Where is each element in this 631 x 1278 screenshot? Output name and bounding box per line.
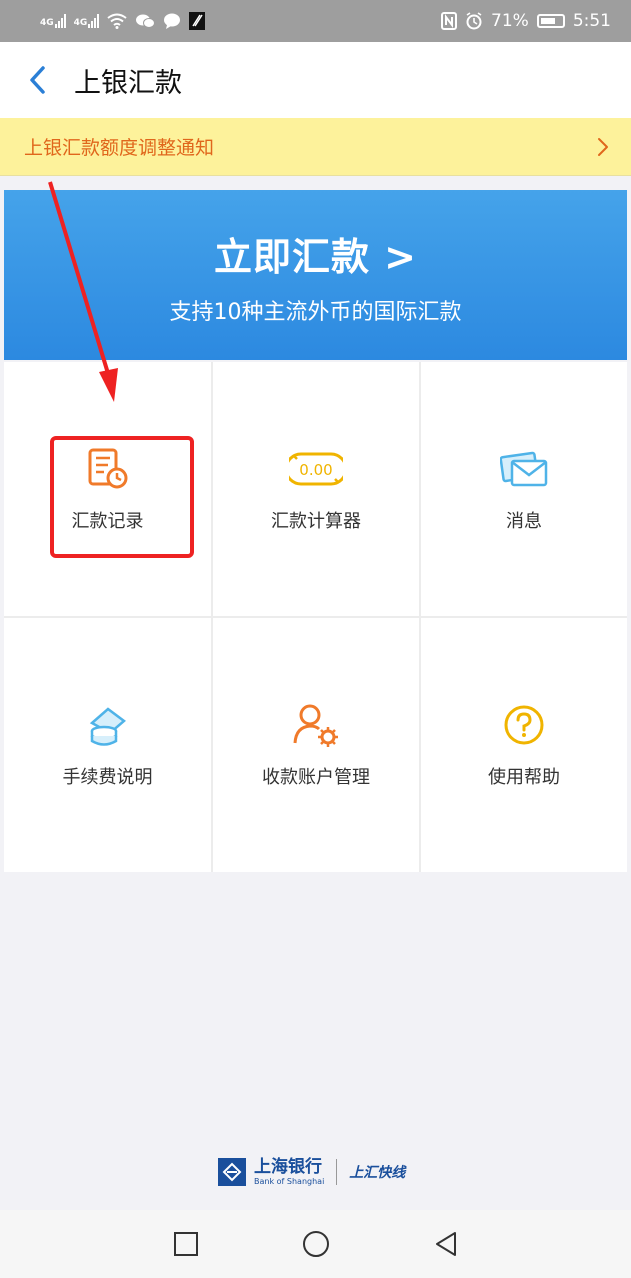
- grid-item-label: 汇款计算器: [271, 511, 361, 532]
- signal-1-icon: 4G: [40, 14, 66, 28]
- back-nav-button[interactable]: [426, 1224, 466, 1264]
- triangle-back-icon: [435, 1232, 456, 1256]
- bank-logo-mark-icon: [218, 1158, 246, 1186]
- chat-bubble-icon: [164, 13, 181, 29]
- remittance-record-icon: [84, 445, 132, 493]
- payee-account-icon: [292, 701, 340, 749]
- grid-item-label: 手续费说明: [62, 767, 153, 788]
- app-notification-icon: [189, 12, 206, 30]
- chevron-left-icon: [30, 66, 45, 94]
- grid-item-label: 汇款记录: [71, 511, 144, 532]
- brand-name: 上汇快线: [349, 1165, 406, 1181]
- battery-icon: [536, 14, 565, 28]
- notice-bar[interactable]: 上银汇款额度调整通知: [0, 118, 631, 176]
- status-left: 4G 4G: [40, 12, 206, 30]
- notice-text: 上银汇款额度调整通知: [24, 137, 215, 159]
- grid-item-calculator[interactable]: 0.00 汇款计算器: [213, 362, 419, 616]
- grid-item-fee-description[interactable]: 手续费说明: [4, 618, 211, 872]
- alarm-icon: [466, 12, 482, 30]
- remit-now-banner[interactable]: 立即汇款 > 支持10种主流外币的国际汇款: [4, 190, 627, 360]
- message-icon: [500, 445, 548, 493]
- status-bar: 4G 4G 71% 5:51: [0, 0, 631, 42]
- function-grid: 汇款记录 0.00 汇款计算器 消息 手续费说明 收款账户管理 使用帮助: [4, 362, 627, 872]
- battery-percent: 71%: [491, 11, 529, 31]
- wechat-icon: [136, 14, 156, 28]
- grid-item-label: 收款账户管理: [262, 767, 370, 788]
- grid-item-label: 使用帮助: [488, 767, 560, 788]
- signal-2-label: 4G: [73, 18, 88, 28]
- bank-logo: 上海银行 Bank of Shanghai 上汇快线: [218, 1152, 405, 1192]
- nfc-icon: [441, 12, 458, 30]
- calculator-icon: 0.00: [288, 445, 344, 493]
- wifi-icon: [107, 13, 127, 29]
- page-title: 上银汇款: [74, 67, 182, 99]
- bank-name-en: Bank of Shanghai: [254, 1176, 325, 1186]
- status-right: 71% 5:51: [441, 11, 611, 31]
- circle-icon: [302, 1231, 329, 1257]
- home-button[interactable]: [296, 1224, 336, 1264]
- app-header: 上银汇款: [0, 42, 631, 118]
- recent-apps-button[interactable]: [166, 1224, 206, 1264]
- clock-time: 5:51: [572, 11, 611, 31]
- system-nav-bar: [0, 1210, 631, 1278]
- logo-divider: [336, 1159, 338, 1185]
- back-button[interactable]: [0, 42, 74, 118]
- grid-item-message[interactable]: 消息: [421, 362, 627, 616]
- chevron-right-icon: [598, 137, 608, 156]
- calculator-display: 0.00: [299, 461, 332, 479]
- grid-item-label: 消息: [506, 511, 542, 532]
- banner-title: 立即汇款 >: [213, 235, 418, 279]
- grid-item-payee-account[interactable]: 收款账户管理: [213, 618, 419, 872]
- grid-item-remittance-record[interactable]: 汇款记录: [4, 362, 211, 616]
- signal-1-label: 4G: [40, 18, 54, 28]
- signal-2-icon: 4G: [74, 14, 100, 28]
- bank-name-cn: 上海银行: [254, 1156, 322, 1177]
- help-icon: [500, 701, 548, 749]
- grid-item-help[interactable]: 使用帮助: [421, 618, 627, 872]
- fee-description-icon: [84, 701, 132, 749]
- square-icon: [173, 1232, 198, 1256]
- banner-subtitle: 支持10种主流外币的国际汇款: [169, 300, 462, 325]
